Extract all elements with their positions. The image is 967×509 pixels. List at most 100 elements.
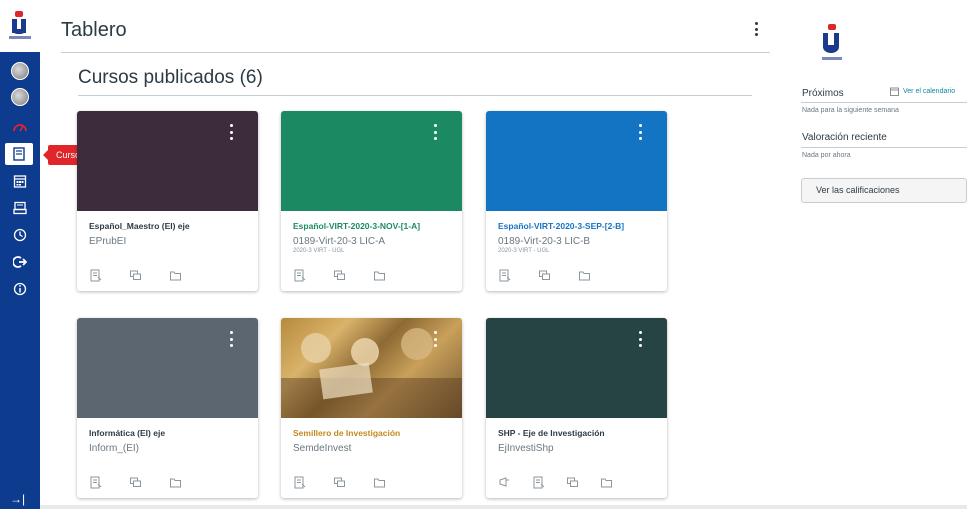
- course-card-actions: [498, 267, 618, 283]
- course-card-hero[interactable]: [486, 111, 667, 211]
- files-icon[interactable]: [373, 267, 413, 283]
- announcements-icon[interactable]: [498, 474, 532, 490]
- dashboard-icon: [13, 124, 27, 132]
- account-avatar-icon: [11, 62, 29, 80]
- feedback-heading: Valoración reciente: [802, 132, 887, 143]
- help-icon: [13, 282, 27, 296]
- course-card-hero[interactable]: [486, 318, 667, 418]
- course-code: Inform_(EI): [89, 443, 140, 454]
- course-name[interactable]: Español_Maestro (EI) eje: [89, 221, 246, 232]
- upcoming-heading: Próximos: [802, 88, 844, 99]
- upcoming-empty: Nada para la siguiente semana: [802, 107, 899, 114]
- nav-calendar[interactable]: [6, 170, 34, 192]
- course-term: 2020-3 VIRT - UGL: [498, 248, 550, 254]
- card-options-button[interactable]: [228, 124, 234, 140]
- discussions-icon[interactable]: [129, 474, 169, 490]
- files-icon[interactable]: [373, 474, 413, 490]
- card-options-button[interactable]: [637, 331, 643, 347]
- nav-account[interactable]: [6, 60, 34, 82]
- history-icon: [13, 228, 27, 242]
- calendar-link-label: Ver el calendario: [903, 88, 956, 95]
- collapse-nav-button[interactable]: →|: [10, 492, 25, 506]
- course-card-hero[interactable]: [77, 111, 258, 211]
- nav-dashboard[interactable]: [6, 116, 34, 138]
- assignments-icon[interactable]: [293, 474, 333, 490]
- files-icon[interactable]: [169, 267, 209, 283]
- course-card-actions: [89, 474, 209, 490]
- calendar-link[interactable]: Ver el calendario: [890, 87, 955, 96]
- assignments-icon[interactable]: [532, 474, 566, 490]
- course-code: EPrubEI: [89, 236, 127, 247]
- course-term: 2020-3 VIRT - UGL: [293, 248, 345, 254]
- app: →| Cursos Tablero Cursos publicados (6) …: [0, 0, 967, 509]
- course-card-body: Español-VIRT-2020-3-SEP-[2-B] 0189-Virt-2…: [486, 211, 667, 291]
- course-card-actions: [89, 267, 209, 283]
- course-code: EjInvestiShp: [498, 443, 554, 454]
- nav-inbox[interactable]: [6, 197, 34, 219]
- nav-logout[interactable]: [6, 251, 34, 273]
- course-card-hero[interactable]: [281, 318, 462, 418]
- view-grades-button[interactable]: Ver las calificaciones: [801, 178, 967, 203]
- course-card-body: Español-VIRT-2020-3-NOV-[1-A] 0189-Virt-2…: [281, 211, 462, 291]
- course-name[interactable]: Semillero de Investigación: [293, 428, 450, 439]
- assignments-icon[interactable]: [293, 267, 333, 283]
- card-options-button[interactable]: [637, 124, 643, 140]
- nav-courses[interactable]: [5, 143, 33, 165]
- logout-icon: [13, 256, 27, 268]
- course-card-body: Semillero de Investigación SemdeInvest: [281, 418, 462, 498]
- files-icon[interactable]: [578, 267, 618, 283]
- course-card[interactable]: Informática (EI) eje Inform_(EI): [77, 318, 258, 498]
- discussions-icon[interactable]: [538, 267, 578, 283]
- nav-help[interactable]: [6, 278, 34, 300]
- calendar-icon: [13, 175, 27, 188]
- global-nav: →|: [0, 0, 40, 509]
- card-options-button[interactable]: [432, 331, 438, 347]
- discussions-icon[interactable]: [333, 267, 373, 283]
- section-title: Cursos publicados (6): [78, 67, 263, 88]
- discussions-icon[interactable]: [129, 267, 169, 283]
- course-card[interactable]: Semillero de Investigación SemdeInvest: [281, 318, 462, 498]
- course-card[interactable]: Español_Maestro (EI) eje EPrubEI: [77, 111, 258, 291]
- courses-icon: [13, 147, 25, 161]
- course-code: SemdeInvest: [293, 443, 352, 454]
- feedback-empty: Nada por ahora: [802, 152, 851, 159]
- nav-history[interactable]: [6, 224, 34, 246]
- logo-mark: [9, 11, 31, 41]
- course-name[interactable]: Español-VIRT-2020-3-NOV-[1-A]: [293, 221, 450, 232]
- profile-avatar-icon: [11, 88, 29, 106]
- course-card-hero[interactable]: [77, 318, 258, 418]
- course-card-body: Español_Maestro (EI) eje EPrubEI: [77, 211, 258, 291]
- course-name[interactable]: SHP - Eje de Investigación: [498, 428, 655, 439]
- header-options-button[interactable]: [751, 20, 761, 38]
- logo[interactable]: [0, 0, 40, 52]
- files-icon[interactable]: [169, 474, 209, 490]
- assignments-icon[interactable]: [89, 474, 129, 490]
- course-card-actions: [293, 474, 413, 490]
- horizontal-scrollbar[interactable]: [40, 505, 967, 509]
- course-card-body: SHP - Eje de Investigación EjInvestiShp: [486, 418, 667, 498]
- course-card-actions: [293, 267, 413, 283]
- assignments-icon[interactable]: [89, 267, 129, 283]
- inbox-icon: [13, 201, 27, 215]
- course-code: 0189-Virt-20-3 LIC-A: [293, 236, 386, 247]
- card-options-button[interactable]: [228, 331, 234, 347]
- discussions-icon[interactable]: [333, 474, 373, 490]
- course-card-actions: [498, 474, 634, 490]
- sidebar-logo: [820, 24, 844, 62]
- header-divider: [61, 52, 770, 53]
- files-icon[interactable]: [600, 474, 634, 490]
- discussions-icon[interactable]: [566, 474, 600, 490]
- course-code: 0189-Virt-20-3 LIC-B: [498, 236, 591, 247]
- course-card[interactable]: Español-VIRT-2020-3-NOV-[1-A] 0189-Virt-2…: [281, 111, 462, 291]
- card-options-button[interactable]: [432, 124, 438, 140]
- page-title: Tablero: [61, 19, 127, 41]
- course-card[interactable]: SHP - Eje de Investigación EjInvestiShp: [486, 318, 667, 498]
- course-card[interactable]: Español-VIRT-2020-3-SEP-[2-B] 0189-Virt-2…: [486, 111, 667, 291]
- feedback-divider: [801, 147, 967, 148]
- section-divider: [78, 95, 752, 96]
- nav-profile[interactable]: [6, 86, 34, 108]
- course-name[interactable]: Español-VIRT-2020-3-SEP-[2-B]: [498, 221, 655, 232]
- course-name[interactable]: Informática (EI) eje: [89, 428, 246, 439]
- course-card-hero[interactable]: [281, 111, 462, 211]
- assignments-icon[interactable]: [498, 267, 538, 283]
